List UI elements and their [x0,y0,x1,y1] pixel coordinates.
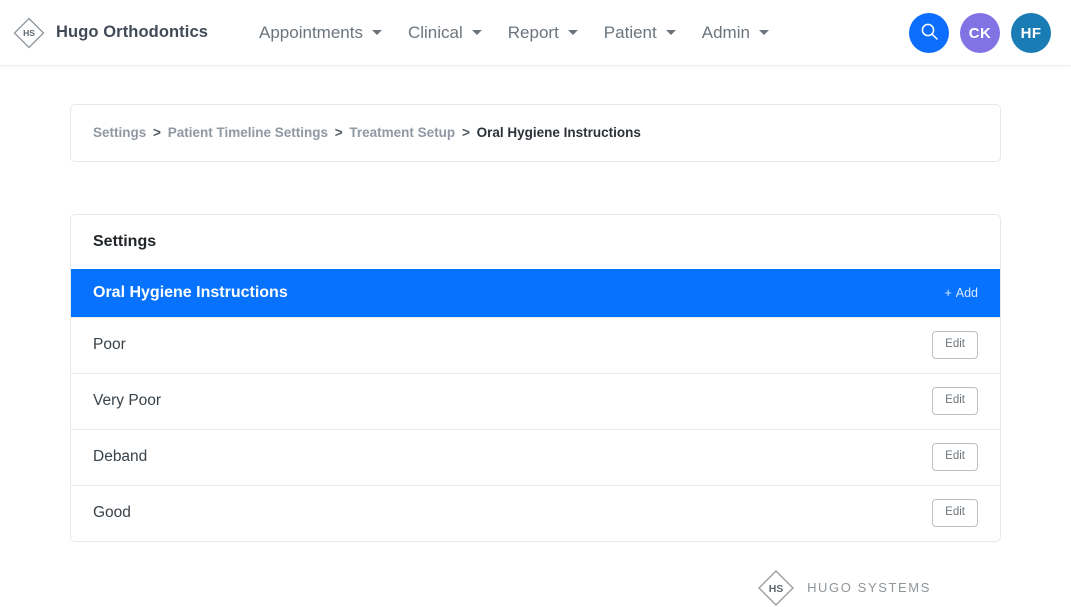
nav-item-appointments[interactable]: Appointments [246,17,395,49]
table-row[interactable]: Deband Edit [71,428,1000,485]
nav-label: Admin [701,22,750,42]
row-label: Deband [93,448,148,465]
edit-button[interactable]: Edit [932,387,978,415]
svg-text:HS: HS [23,28,35,38]
nav-label: Patient [603,22,657,42]
svg-text:HS: HS [769,582,784,594]
diamond-hs-logo-icon: HS [12,16,46,50]
main-nav: Appointments Clinical Report Patient Adm… [246,17,782,49]
avatar-hf[interactable]: HF [1011,13,1051,53]
top-bar-actions: CK HF [909,0,1051,66]
table-row[interactable]: Very Poor Edit [71,372,1000,429]
add-button[interactable]: + Add [944,286,978,300]
chevron-down-icon [567,30,578,35]
search-button[interactable] [909,13,949,53]
chevron-down-icon [371,30,382,35]
brand-home-link[interactable]: HS Hugo Orthodontics [0,16,208,50]
row-label: Good [93,504,131,521]
nav-label: Appointments [259,22,363,42]
footer: HS HUGO SYSTEMS [70,542,1001,607]
card-title: Settings [93,232,157,250]
breadcrumb-item-settings[interactable]: Settings [93,125,146,140]
breadcrumb-separator: > [153,125,161,140]
avatar-ck[interactable]: CK [960,13,1000,53]
footer-company-name: HUGO SYSTEMS [807,580,931,595]
nav-label: Clinical [407,22,463,42]
page-content: Settings > Patient Timeline Settings > T… [0,66,1071,607]
table-row[interactable]: Poor Edit [71,316,1000,373]
nav-item-report[interactable]: Report [495,17,591,49]
chevron-down-icon [665,30,676,35]
breadcrumb-item-patient-timeline-settings[interactable]: Patient Timeline Settings [168,125,328,140]
row-label: Poor [93,336,126,353]
add-label: Add [955,285,978,300]
breadcrumb-card: Settings > Patient Timeline Settings > T… [70,104,1001,162]
breadcrumb: Settings > Patient Timeline Settings > T… [93,126,978,140]
brand-name: Hugo Orthodontics [56,23,209,41]
chevron-down-icon [758,30,769,35]
edit-button[interactable]: Edit [932,499,978,527]
row-label: Very Poor [93,392,162,409]
plus-icon: + [944,285,952,300]
edit-button[interactable]: Edit [932,331,978,359]
nav-item-admin[interactable]: Admin [689,17,782,49]
chevron-down-icon [471,30,482,35]
edit-button[interactable]: Edit [932,443,978,471]
avatar-initials: CK [968,24,992,42]
table-row[interactable]: Good Edit [71,484,1000,541]
search-icon [920,22,939,45]
avatar-initials: HF [1020,24,1042,42]
section-title: Oral Hygiene Instructions [93,283,288,301]
nav-item-patient[interactable]: Patient [591,17,689,49]
breadcrumb-item-current: Oral Hygiene Instructions [476,125,641,140]
nav-label: Report [507,22,559,42]
settings-card: Settings Oral Hygiene Instructions + Add… [70,213,1001,542]
breadcrumb-item-treatment-setup[interactable]: Treatment Setup [349,125,455,140]
top-navigation-bar: HS Hugo Orthodontics Appointments Clinic… [0,0,1071,66]
nav-item-clinical[interactable]: Clinical [395,17,495,49]
breadcrumb-separator: > [334,125,343,140]
diamond-hs-logo-icon: HS [756,568,796,607]
breadcrumb-separator: > [461,125,470,140]
oral-hygiene-instructions-section-header: Oral Hygiene Instructions + Add [71,268,1000,317]
